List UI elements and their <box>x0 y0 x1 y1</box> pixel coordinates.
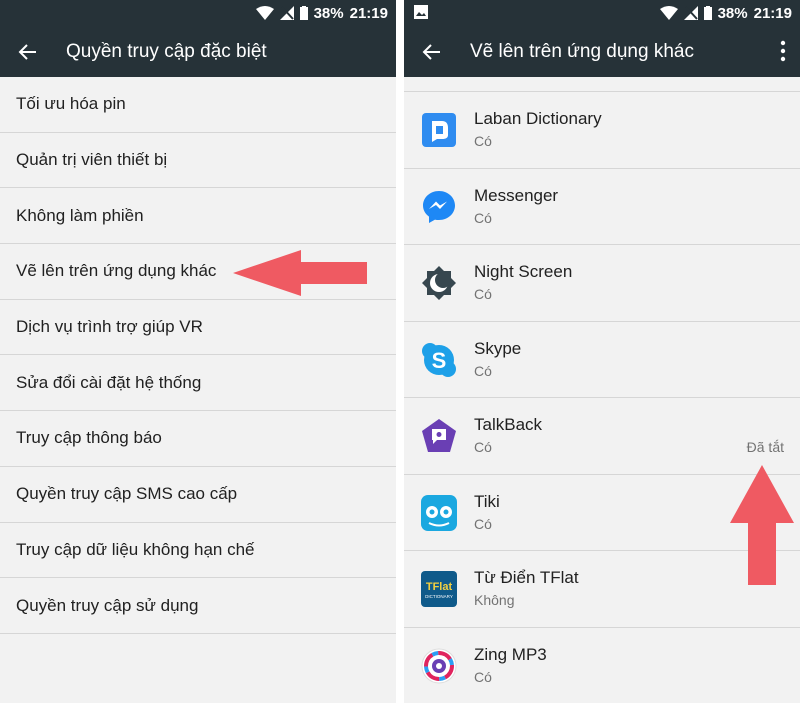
list-divider <box>404 77 800 92</box>
app-status: Có <box>474 439 492 455</box>
no-signal-icon <box>683 6 698 20</box>
laban-dictionary-icon <box>422 113 456 147</box>
app-status: Có <box>474 362 492 379</box>
list-item[interactable]: Truy cập dữ liệu không hạn chế <box>0 523 396 579</box>
list-item[interactable]: Không làm phiền <box>0 188 396 245</box>
clock: 21:19 <box>753 4 792 22</box>
more-options-icon[interactable] <box>780 40 786 62</box>
app-status: Có <box>474 668 492 685</box>
app-status: Có <box>474 133 492 149</box>
list-item[interactable]: Tối ưu hóa pin <box>0 77 396 133</box>
skype-icon: S <box>422 342 456 377</box>
list-item[interactable]: Quyền truy cập SMS cao cấp <box>0 467 396 523</box>
wifi-icon <box>659 6 678 20</box>
app-status: Có <box>474 209 492 226</box>
tflat-icon: TFlat DICTIONARY <box>421 571 457 607</box>
list-item-label: Dịch vụ trình trợ giúp VR <box>16 317 203 337</box>
page-title: Vẽ lên trên ứng dụng khác <box>470 40 694 62</box>
app-row-laban-dictionary[interactable]: Laban Dictionary Có <box>404 92 800 169</box>
app-status: Không <box>474 592 515 608</box>
messenger-icon <box>423 190 455 223</box>
list-item[interactable]: Truy cập thông báo <box>0 411 396 467</box>
list-item-label: Không làm phiền <box>16 205 144 225</box>
tiki-icon <box>421 494 457 531</box>
app-name: Messenger <box>474 185 559 205</box>
toolbar: Vẽ lên trên ứng dụng khác <box>404 26 800 77</box>
back-arrow-icon[interactable] <box>16 41 38 63</box>
list-item[interactable]: Dịch vụ trình trợ giúp VR <box>0 300 396 356</box>
app-row-zing-mp3[interactable]: Zing MP3 Có <box>404 628 800 703</box>
svg-text:DICTIONARY: DICTIONARY <box>425 594 453 599</box>
app-name: Tiki <box>474 491 500 511</box>
status-bar: 38% 21:19 <box>0 0 396 26</box>
back-arrow-icon[interactable] <box>420 41 442 63</box>
app-name: Skype <box>474 338 522 358</box>
right-screen: 38% 21:19 Vẽ lên trên ứng dụng khác Laba… <box>404 0 800 703</box>
list-item[interactable]: Sửa đổi cài đặt hệ thống <box>0 355 396 412</box>
gallery-notification-icon <box>414 5 428 19</box>
clock: 21:19 <box>349 4 388 22</box>
app-name: TalkBack <box>474 415 543 434</box>
list-item[interactable]: Quản trị viên thiết bị <box>0 133 396 189</box>
annotation-arrow-up-icon <box>730 465 794 585</box>
left-screen: 38% 21:19 Quyền truy cập đặc biệt Tối ưu… <box>0 0 396 703</box>
app-row-skype[interactable]: S Skype Có <box>404 322 800 398</box>
page-title: Quyền truy cập đặc biệt <box>66 40 267 62</box>
battery-icon <box>299 6 308 20</box>
talkback-icon <box>422 419 456 452</box>
app-name: Night Screen <box>474 262 573 281</box>
disabled-note: Đã tắt <box>746 439 784 455</box>
night-screen-icon <box>422 266 456 300</box>
app-row-night-screen[interactable]: Night Screen Có <box>404 245 800 322</box>
list-item-label: Tối ưu hóa pin <box>16 94 126 114</box>
list-item-label: Quyền truy cập SMS cao cấp <box>16 484 238 504</box>
toolbar: Quyền truy cập đặc biệt <box>0 26 396 77</box>
app-name: Laban Dictionary <box>474 109 602 128</box>
app-row-messenger[interactable]: Messenger Có <box>404 169 800 245</box>
app-status: Có <box>474 515 492 532</box>
svg-text:S: S <box>432 348 447 373</box>
battery-percent: 38% <box>717 4 748 22</box>
app-name: Từ Điển TFlat <box>474 568 579 587</box>
list-item-label: Truy cập thông báo <box>16 428 162 448</box>
app-name: Zing MP3 <box>474 644 547 664</box>
no-signal-icon <box>279 6 294 20</box>
zing-mp3-icon <box>421 648 457 683</box>
special-access-list: Tối ưu hóa pin Quản trị viên thiết bị Kh… <box>0 77 396 634</box>
list-item-label: Quyền truy cập sử dụng <box>16 595 199 615</box>
wifi-icon <box>255 6 274 20</box>
svg-text:TFlat: TFlat <box>426 581 453 593</box>
status-bar: 38% 21:19 <box>404 0 800 26</box>
list-item-label: Sửa đổi cài đặt hệ thống <box>16 372 202 392</box>
app-row-talkback[interactable]: TalkBack Có Đã tắt <box>404 398 800 475</box>
list-item-label: Quản trị viên thiết bị <box>16 150 168 170</box>
list-item-label: Truy cập dữ liệu không hạn chế <box>16 539 255 559</box>
battery-percent: 38% <box>313 4 344 22</box>
list-item[interactable]: Quyền truy cập sử dụng <box>0 578 396 634</box>
annotation-arrow-left-icon <box>233 250 367 296</box>
app-list: Laban Dictionary Có Messenger Có Night S… <box>404 77 800 703</box>
list-item-label: Vẽ lên trên ứng dụng khác <box>16 261 217 281</box>
battery-icon <box>703 6 712 20</box>
app-status: Có <box>474 286 492 302</box>
